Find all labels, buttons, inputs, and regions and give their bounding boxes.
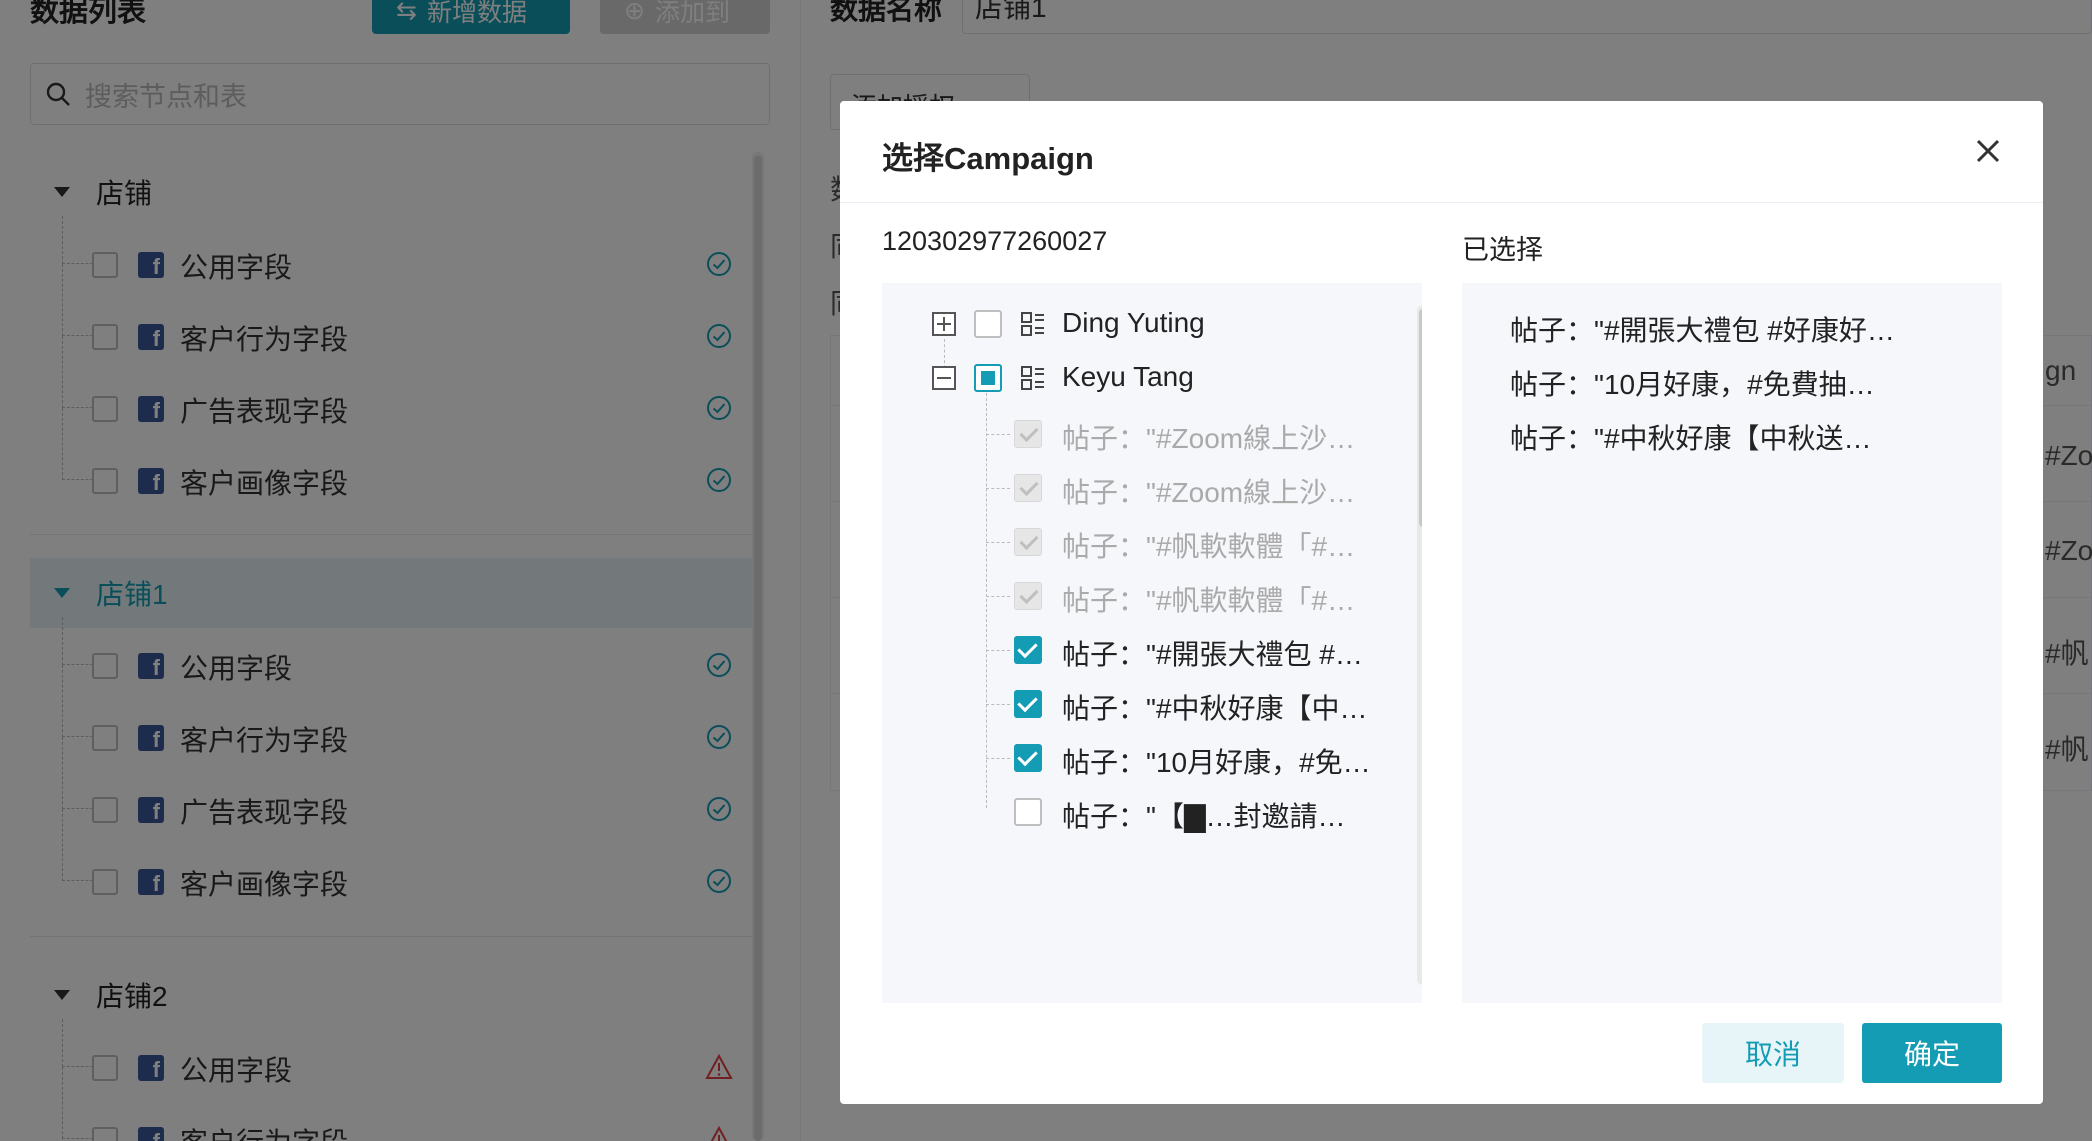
tree-node-label: 帖子："#開張大禮包 #… xyxy=(1062,639,1363,670)
collapse-icon[interactable] xyxy=(932,366,956,390)
tree-checkbox[interactable] xyxy=(974,364,1002,392)
selected-item: 帖子："10月好康，#免費抽… xyxy=(1510,369,1875,400)
tree-node-label: Ding Yuting xyxy=(1062,307,1205,338)
tree-node-post: 帖子："#帆軟軟體「#… xyxy=(882,517,1412,567)
select-campaign-dialog: 选择Campaign 120302977260027 已选择 Ding Yuti… xyxy=(840,101,2043,1104)
tree-checkbox-checked[interactable] xyxy=(1014,744,1042,772)
ad-account-id: 120302977260027 xyxy=(882,226,1108,256)
dialog-title: 选择Campaign xyxy=(882,141,1094,176)
cancel-button[interactable]: 取消 xyxy=(1702,1023,1844,1083)
tree-node-label: 帖子："#Zoom線上沙… xyxy=(1062,423,1356,454)
tree-node-label: 帖子："10月好康，#免… xyxy=(1062,747,1371,778)
tree-checkbox-disabled xyxy=(1014,528,1042,556)
tree-node-campaign[interactable]: Ding Yuting xyxy=(882,299,1412,349)
tree-node-label: 帖子："#Zoom線上沙… xyxy=(1062,477,1356,508)
tree-node-post: 帖子："#Zoom線上沙… xyxy=(882,409,1412,459)
selected-item: 帖子："#中秋好康【中秋送… xyxy=(1510,423,1872,454)
tree-checkbox-disabled xyxy=(1014,420,1042,448)
campaign-icon xyxy=(1021,312,1044,336)
dialog-header: 选择Campaign xyxy=(840,101,2043,203)
selected-heading: 已选择 xyxy=(1462,235,1543,265)
selected-item: 帖子："#開張大禮包 #好康好… xyxy=(1510,315,1895,346)
tree-scrollbar-thumb[interactable] xyxy=(1419,309,1422,527)
tree-node-label: 帖子："【▇…封邀請… xyxy=(1062,801,1346,832)
tree-checkbox-disabled xyxy=(1014,582,1042,610)
campaign-tree: Ding Yuting Keyu Tang 帖子："#Zoom線上沙… 帖子："… xyxy=(882,283,1422,1003)
tree-node-campaign[interactable]: Keyu Tang xyxy=(882,353,1412,403)
tree-checkbox-checked[interactable] xyxy=(1014,690,1042,718)
tree-node-label: 帖子："#帆軟軟體「#… xyxy=(1062,585,1356,616)
selected-list: 帖子："#開張大禮包 #好康好… 帖子："10月好康，#免費抽… 帖子："#中秋… xyxy=(1462,283,2002,1003)
close-icon[interactable] xyxy=(1968,131,2008,171)
campaign-icon xyxy=(1021,366,1044,390)
tree-node-post: 帖子："#Zoom線上沙… xyxy=(882,463,1412,513)
tree-node-label: 帖子："#帆軟軟體「#… xyxy=(1062,531,1356,562)
tree-node-post: 帖子："#帆軟軟體「#… xyxy=(882,571,1412,621)
tree-checkbox-disabled xyxy=(1014,474,1042,502)
tree-checkbox[interactable] xyxy=(974,310,1002,338)
expand-icon[interactable] xyxy=(932,312,956,336)
tree-checkbox-checked[interactable] xyxy=(1014,636,1042,664)
tree-node-post[interactable]: 帖子："#中秋好康【中… xyxy=(882,679,1412,729)
confirm-button[interactable]: 确定 xyxy=(1862,1023,2002,1083)
tree-node-post[interactable]: 帖子："#開張大禮包 #… xyxy=(882,625,1412,675)
tree-node-label: 帖子："#中秋好康【中… xyxy=(1062,693,1368,724)
tree-node-label: Keyu Tang xyxy=(1062,361,1194,392)
tree-checkbox[interactable] xyxy=(1014,798,1042,826)
tree-node-post[interactable]: 帖子："【▇…封邀請… xyxy=(882,787,1412,837)
tree-node-post[interactable]: 帖子："10月好康，#免… xyxy=(882,733,1412,783)
